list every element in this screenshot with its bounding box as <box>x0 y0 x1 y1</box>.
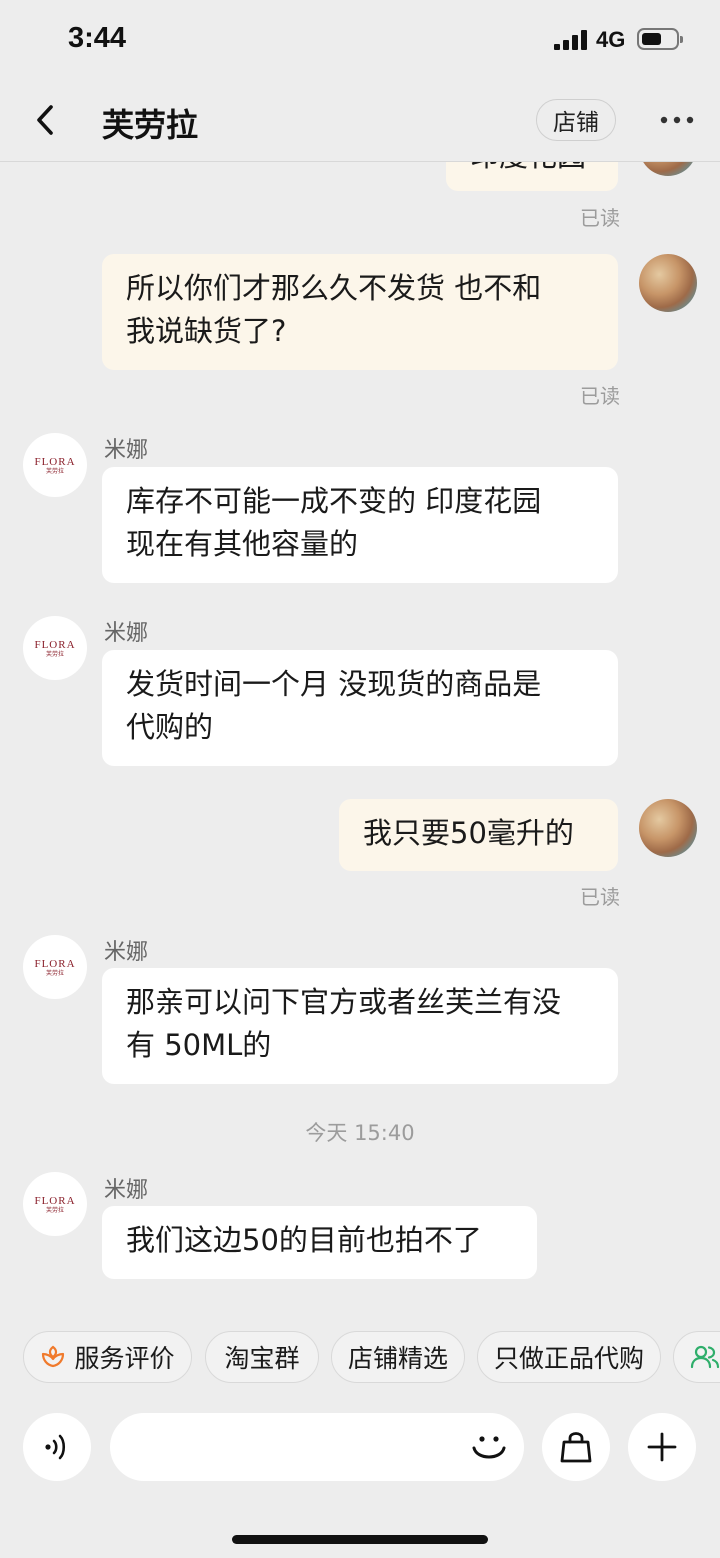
read-status: 已读 <box>580 384 620 408</box>
message-text: 我只要50毫升的 <box>363 816 574 850</box>
quick-actions: 服务评价 淘宝群 店铺精选 只做正品代购 <box>0 1314 720 1402</box>
shop-avatar[interactable]: FLORA 芙劳拉 <box>23 616 87 680</box>
read-status: 已读 <box>580 206 620 230</box>
user-avatar[interactable] <box>639 799 697 857</box>
input-bar <box>0 1402 720 1502</box>
shop-avatar[interactable]: FLORA 芙劳拉 <box>23 935 87 999</box>
emoji-button[interactable] <box>466 1424 512 1470</box>
user-avatar[interactable] <box>639 254 697 312</box>
more-button[interactable] <box>652 100 702 140</box>
battery-icon <box>637 28 683 50</box>
message-text-line: 库存不可能一成不变的 印度花园 <box>126 484 542 518</box>
message-bubble-mine[interactable]: 所以你们才那么久不发货 也不和 我说缺货了? <box>102 254 618 370</box>
message-text-line: 发货时间一个月 没现货的商品是 <box>126 667 542 701</box>
voice-icon <box>45 1434 66 1460</box>
shop-avatar[interactable]: FLORA 芙劳拉 <box>23 433 87 497</box>
read-status: 已读 <box>580 885 620 909</box>
shop-logo-sub: 芙劳拉 <box>45 1206 64 1214</box>
chip-label: 店铺精选 <box>347 1344 448 1373</box>
status-bar: 3:44 4G <box>0 0 720 80</box>
group-icon <box>690 1345 720 1369</box>
message-text-line: 现在有其他容量的 <box>126 527 359 561</box>
chip-taobao-group[interactable]: 淘宝群 <box>205 1331 319 1383</box>
shop-logo-sub: 芙劳拉 <box>45 467 64 475</box>
message-bubble-theirs[interactable]: 库存不可能一成不变的 印度花园 现在有其他容量的 <box>102 467 618 583</box>
message-text-line: 那亲可以问下官方或者丝芙兰有没 <box>126 985 562 1019</box>
back-button[interactable] <box>24 98 68 142</box>
message-bubble-theirs[interactable]: 那亲可以问下官方或者丝芙兰有没 有 50ML的 <box>102 968 618 1084</box>
sender-name: 米娜 <box>104 621 149 646</box>
message-text-line: 代购的 <box>126 710 214 744</box>
sender-name: 米娜 <box>104 438 149 463</box>
status-time: 3:44 <box>68 22 127 54</box>
smiley-icon <box>472 1436 506 1459</box>
chat-messages[interactable]: 印度花园 已读 所以你们才那么久不发货 也不和 我说缺货了? 已读 FLORA … <box>0 162 720 1314</box>
message-text: 印度花园 <box>470 162 586 173</box>
product-button[interactable] <box>542 1413 610 1481</box>
message-bubble-theirs[interactable]: 我们这边50的目前也拍不了 <box>102 1206 537 1279</box>
shop-logo-text: FLORA <box>34 957 76 970</box>
shop-button[interactable]: 店铺 <box>536 99 616 141</box>
chip-shop-picks[interactable]: 店铺精选 <box>331 1331 465 1383</box>
chip-label: 淘宝群 <box>224 1344 300 1373</box>
chat-header: 芙劳拉 店铺 <box>0 80 720 162</box>
time-divider: 今天 15:40 <box>305 1121 415 1145</box>
message-input[interactable] <box>110 1413 524 1481</box>
flower-icon <box>42 1345 65 1368</box>
shop-logo-text: FLORA <box>34 1194 76 1207</box>
voice-button[interactable] <box>23 1413 91 1481</box>
shop-logo-text: FLORA <box>34 638 76 651</box>
message-bubble-mine[interactable]: 我只要50毫升的 <box>339 799 618 871</box>
network-type: 4G <box>596 27 626 52</box>
shop-logo-sub: 芙劳拉 <box>45 650 64 658</box>
sender-name: 米娜 <box>104 940 149 965</box>
sender-name: 米娜 <box>104 1178 149 1203</box>
more-icon <box>660 116 694 124</box>
chip-label: 只做正品代购 <box>493 1344 644 1373</box>
message-text-line: 有 50ML的 <box>126 1028 272 1062</box>
message-bubble-mine[interactable]: 印度花园 <box>446 162 618 191</box>
message-text-line: 所以你们才那么久不发货 也不和 <box>126 271 542 305</box>
shop-logo-text: FLORA <box>34 455 76 468</box>
page-title: 芙劳拉 <box>102 106 199 144</box>
message-text-line: 我说缺货了? <box>126 314 287 348</box>
signal-icon <box>554 30 588 50</box>
chip-label: 服务评价 <box>74 1344 175 1373</box>
shopping-bag-icon <box>560 1432 592 1463</box>
shop-logo-sub: 芙劳拉 <box>45 969 64 977</box>
chip-authentic-agent[interactable]: 只做正品代购 <box>477 1331 661 1383</box>
shop-avatar[interactable]: FLORA 芙劳拉 <box>23 1172 87 1236</box>
add-button[interactable] <box>628 1413 696 1481</box>
chip-group-members[interactable] <box>673 1331 720 1383</box>
user-avatar[interactable] <box>639 162 697 176</box>
plus-icon <box>647 1432 677 1462</box>
message-text: 我们这边50的目前也拍不了 <box>126 1223 482 1257</box>
home-indicator <box>232 1535 488 1544</box>
message-bubble-theirs[interactable]: 发货时间一个月 没现货的商品是 代购的 <box>102 650 618 766</box>
chip-service-review[interactable]: 服务评价 <box>23 1331 192 1383</box>
chevron-left-icon <box>37 105 53 135</box>
